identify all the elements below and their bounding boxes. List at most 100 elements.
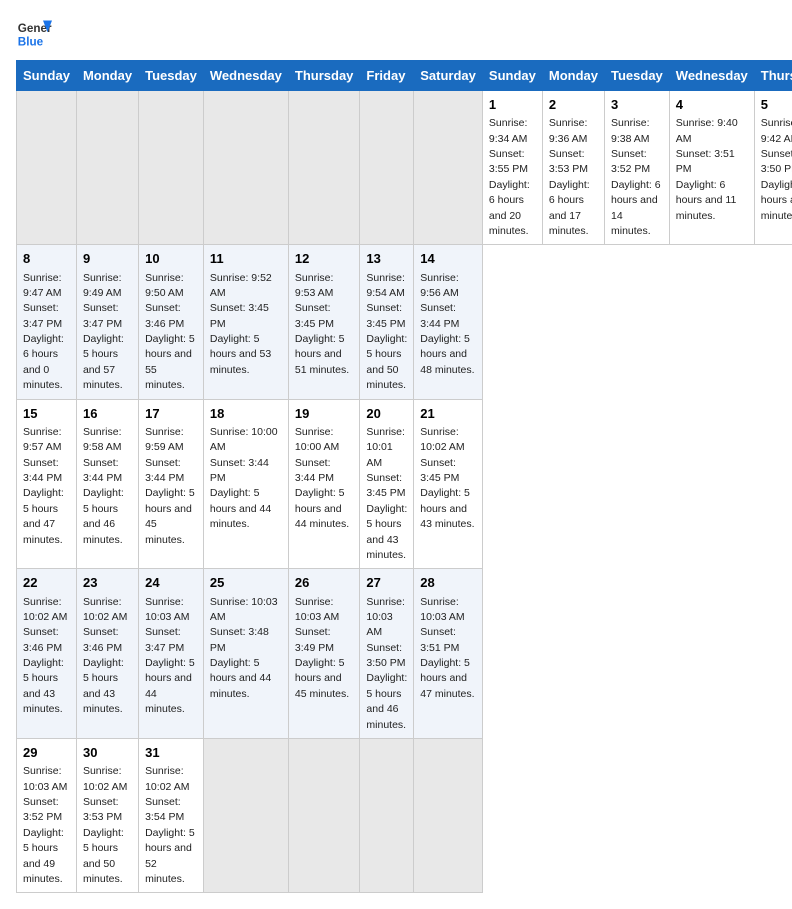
header-monday: Monday (76, 61, 138, 91)
calendar-cell: 1 Sunrise: 9:34 AMSunset: 3:55 PMDayligh… (482, 91, 542, 245)
header-tuesday: Tuesday (139, 61, 204, 91)
day-number: 15 (23, 405, 70, 423)
day-number: 9 (83, 250, 132, 268)
calendar-cell: 17 Sunrise: 9:59 AMSunset: 3:44 PMDaylig… (139, 399, 204, 569)
calendar-week-row: 29 Sunrise: 10:03 AMSunset: 3:52 PMDayli… (17, 739, 792, 893)
calendar-cell: 23 Sunrise: 10:02 AMSunset: 3:46 PMDayli… (76, 569, 138, 739)
sunrise-text: Sunrise: 9:57 AMSunset: 3:44 PMDaylight:… (23, 426, 64, 546)
calendar-cell (288, 739, 360, 893)
calendar-cell (203, 739, 288, 893)
day-number: 10 (145, 250, 197, 268)
day-number: 25 (210, 574, 282, 592)
calendar-cell (76, 91, 138, 245)
calendar-cell: 20 Sunrise: 10:01 AMSunset: 3:45 PMDayli… (360, 399, 414, 569)
calendar-cell: 13 Sunrise: 9:54 AMSunset: 3:45 PMDaylig… (360, 245, 414, 399)
header-sunday: Sunday (17, 61, 77, 91)
calendar-cell: 3 Sunrise: 9:38 AMSunset: 3:52 PMDayligh… (605, 91, 670, 245)
calendar-cell (414, 739, 483, 893)
header-saturday: Saturday (414, 61, 483, 91)
calendar-cell: 31 Sunrise: 10:02 AMSunset: 3:54 PMDayli… (139, 739, 204, 893)
calendar-cell: 11 Sunrise: 9:52 AMSunset: 3:45 PMDaylig… (203, 245, 288, 399)
calendar-cell (139, 91, 204, 245)
calendar-cell: 22 Sunrise: 10:02 AMSunset: 3:46 PMDayli… (17, 569, 77, 739)
day-number: 18 (210, 405, 282, 423)
calendar-week-row: 1 Sunrise: 9:34 AMSunset: 3:55 PMDayligh… (17, 91, 792, 245)
day-number: 29 (23, 744, 70, 762)
day-number: 22 (23, 574, 70, 592)
calendar-cell (360, 91, 414, 245)
calendar-cell: 24 Sunrise: 10:03 AMSunset: 3:47 PMDayli… (139, 569, 204, 739)
day-number: 27 (366, 574, 407, 592)
sunrise-text: Sunrise: 9:42 AMSunset: 3:50 PMDaylight:… (761, 117, 792, 221)
sunrise-text: Sunrise: 10:03 AMSunset: 3:48 PMDaylight… (210, 596, 278, 700)
calendar-cell: 14 Sunrise: 9:56 AMSunset: 3:44 PMDaylig… (414, 245, 483, 399)
sunrise-text: Sunrise: 10:02 AMSunset: 3:54 PMDaylight… (145, 765, 195, 885)
calendar-cell (203, 91, 288, 245)
day-number: 12 (295, 250, 354, 268)
calendar-cell: 10 Sunrise: 9:50 AMSunset: 3:46 PMDaylig… (139, 245, 204, 399)
calendar-cell: 8 Sunrise: 9:47 AMSunset: 3:47 PMDayligh… (17, 245, 77, 399)
sunrise-text: Sunrise: 10:01 AMSunset: 3:45 PMDaylight… (366, 426, 407, 561)
calendar-cell: 28 Sunrise: 10:03 AMSunset: 3:51 PMDayli… (414, 569, 483, 739)
header-monday: Monday (542, 61, 604, 91)
sunrise-text: Sunrise: 9:58 AMSunset: 3:44 PMDaylight:… (83, 426, 124, 546)
calendar-cell: 27 Sunrise: 10:03 AMSunset: 3:50 PMDayli… (360, 569, 414, 739)
header-thursday: Thursday (754, 61, 792, 91)
calendar-cell: 9 Sunrise: 9:49 AMSunset: 3:47 PMDayligh… (76, 245, 138, 399)
calendar-week-row: 8 Sunrise: 9:47 AMSunset: 3:47 PMDayligh… (17, 245, 792, 399)
logo-icon: General Blue (16, 16, 52, 52)
sunrise-text: Sunrise: 9:53 AMSunset: 3:45 PMDaylight:… (295, 272, 349, 376)
sunrise-text: Sunrise: 10:02 AMSunset: 3:46 PMDaylight… (83, 596, 127, 716)
calendar-week-row: 15 Sunrise: 9:57 AMSunset: 3:44 PMDaylig… (17, 399, 792, 569)
calendar-cell: 19 Sunrise: 10:00 AMSunset: 3:44 PMDayli… (288, 399, 360, 569)
calendar-week-row: 22 Sunrise: 10:02 AMSunset: 3:46 PMDayli… (17, 569, 792, 739)
calendar-cell: 12 Sunrise: 9:53 AMSunset: 3:45 PMDaylig… (288, 245, 360, 399)
calendar-cell: 18 Sunrise: 10:00 AMSunset: 3:44 PMDayli… (203, 399, 288, 569)
day-number: 4 (676, 96, 748, 114)
sunrise-text: Sunrise: 9:36 AMSunset: 3:53 PMDaylight:… (549, 117, 590, 237)
calendar-cell (360, 739, 414, 893)
calendar-cell: 29 Sunrise: 10:03 AMSunset: 3:52 PMDayli… (17, 739, 77, 893)
sunrise-text: Sunrise: 9:49 AMSunset: 3:47 PMDaylight:… (83, 272, 124, 392)
sunrise-text: Sunrise: 10:00 AMSunset: 3:44 PMDaylight… (295, 426, 349, 530)
sunrise-text: Sunrise: 10:03 AMSunset: 3:52 PMDaylight… (23, 765, 67, 885)
day-number: 30 (83, 744, 132, 762)
day-number: 5 (761, 96, 792, 114)
day-number: 16 (83, 405, 132, 423)
calendar-cell: 4 Sunrise: 9:40 AMSunset: 3:51 PMDayligh… (669, 91, 754, 245)
sunrise-text: Sunrise: 10:03 AMSunset: 3:50 PMDaylight… (366, 596, 407, 731)
calendar-cell (17, 91, 77, 245)
sunrise-text: Sunrise: 9:34 AMSunset: 3:55 PMDaylight:… (489, 117, 530, 237)
calendar-cell: 25 Sunrise: 10:03 AMSunset: 3:48 PMDayli… (203, 569, 288, 739)
calendar-cell: 30 Sunrise: 10:02 AMSunset: 3:53 PMDayli… (76, 739, 138, 893)
sunrise-text: Sunrise: 9:40 AMSunset: 3:51 PMDaylight:… (676, 117, 738, 221)
sunrise-text: Sunrise: 9:54 AMSunset: 3:45 PMDaylight:… (366, 272, 407, 392)
day-number: 19 (295, 405, 354, 423)
sunrise-text: Sunrise: 10:00 AMSunset: 3:44 PMDaylight… (210, 426, 278, 530)
sunrise-text: Sunrise: 10:02 AMSunset: 3:53 PMDaylight… (83, 765, 127, 885)
day-number: 2 (549, 96, 598, 114)
header-tuesday: Tuesday (605, 61, 670, 91)
calendar-table: SundayMondayTuesdayWednesdayThursdayFrid… (16, 60, 792, 893)
header-sunday: Sunday (482, 61, 542, 91)
page-header: General Blue (16, 16, 776, 52)
day-number: 14 (420, 250, 476, 268)
sunrise-text: Sunrise: 9:52 AMSunset: 3:45 PMDaylight:… (210, 272, 272, 376)
sunrise-text: Sunrise: 9:56 AMSunset: 3:44 PMDaylight:… (420, 272, 474, 376)
sunrise-text: Sunrise: 10:03 AMSunset: 3:51 PMDaylight… (420, 596, 474, 700)
sunrise-text: Sunrise: 9:50 AMSunset: 3:46 PMDaylight:… (145, 272, 195, 392)
day-number: 21 (420, 405, 476, 423)
sunrise-text: Sunrise: 9:59 AMSunset: 3:44 PMDaylight:… (145, 426, 195, 546)
header-wednesday: Wednesday (669, 61, 754, 91)
calendar-cell (414, 91, 483, 245)
day-number: 31 (145, 744, 197, 762)
sunrise-text: Sunrise: 10:02 AMSunset: 3:46 PMDaylight… (23, 596, 67, 716)
day-number: 3 (611, 96, 663, 114)
header-thursday: Thursday (288, 61, 360, 91)
calendar-cell: 26 Sunrise: 10:03 AMSunset: 3:49 PMDayli… (288, 569, 360, 739)
sunrise-text: Sunrise: 9:47 AMSunset: 3:47 PMDaylight:… (23, 272, 64, 392)
day-number: 8 (23, 250, 70, 268)
calendar-cell: 16 Sunrise: 9:58 AMSunset: 3:44 PMDaylig… (76, 399, 138, 569)
day-number: 26 (295, 574, 354, 592)
calendar-cell: 5 Sunrise: 9:42 AMSunset: 3:50 PMDayligh… (754, 91, 792, 245)
